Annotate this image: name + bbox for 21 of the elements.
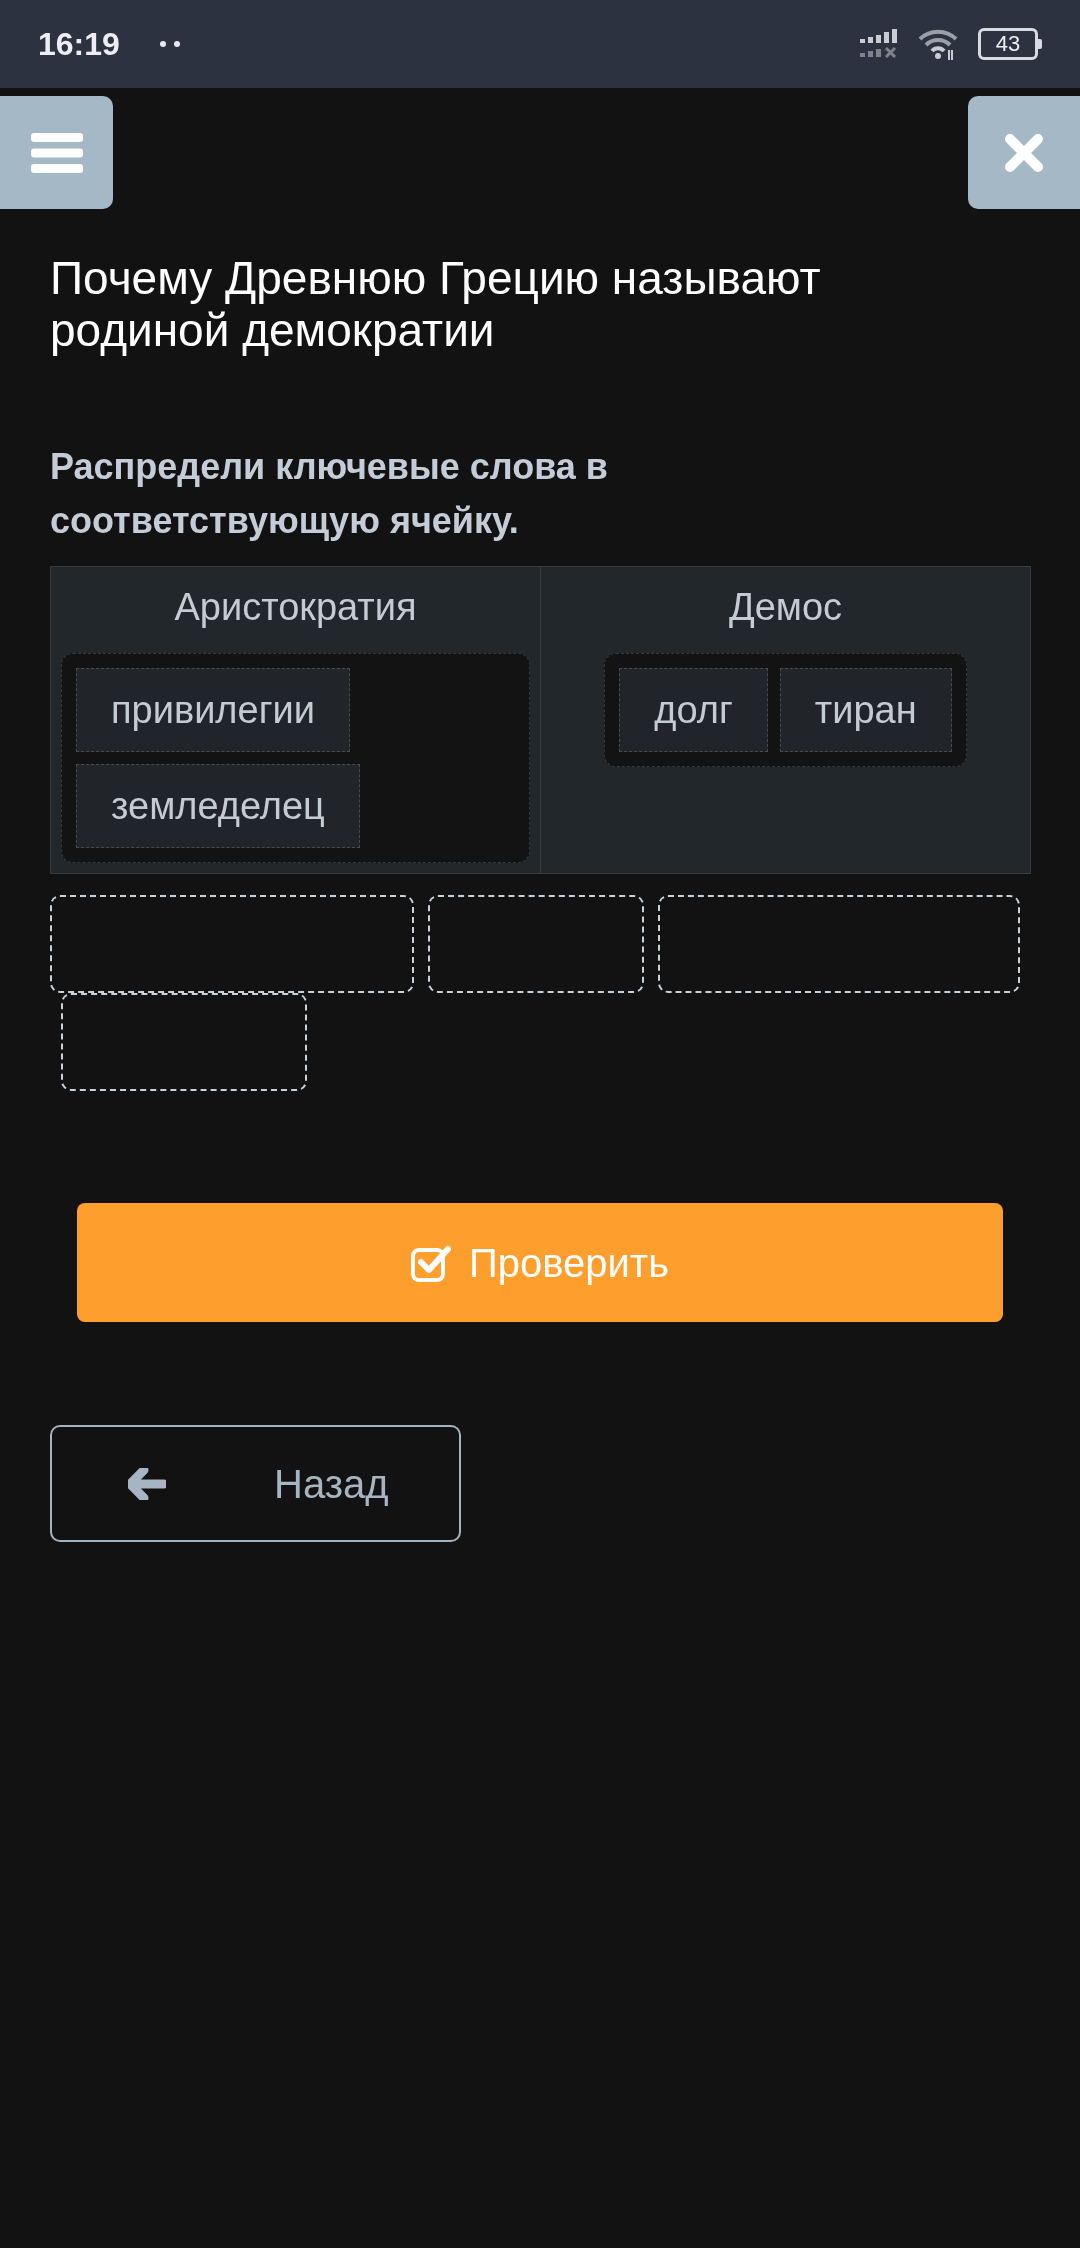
battery-indicator: 43 xyxy=(978,28,1042,60)
instruction-text: Распредели ключевые слова в соответствующую ячейку. xyxy=(50,445,609,543)
close-icon xyxy=(1004,132,1044,173)
word-chip[interactable]: тиран xyxy=(779,668,952,752)
drop-slot[interactable] xyxy=(61,993,307,1091)
drop-slot[interactable] xyxy=(658,895,1020,993)
drop-slot[interactable] xyxy=(50,895,414,993)
drop-zone[interactable]: долг тиран xyxy=(604,653,967,767)
column-header: Демос xyxy=(728,584,843,630)
status-time: 16:19 xyxy=(38,28,120,60)
word-chip[interactable]: привилегии xyxy=(76,668,350,752)
word-chip[interactable]: долг xyxy=(619,668,768,752)
drop-slot[interactable] xyxy=(428,895,644,993)
menu-icon xyxy=(30,132,83,173)
page-title: Почему Древнюю Грецию называют родиной демократии xyxy=(50,252,822,356)
column-header: Аристократия xyxy=(174,584,417,630)
arrow-left-icon xyxy=(128,1467,166,1500)
wifi-icon xyxy=(918,28,958,60)
back-button[interactable]: Назад xyxy=(50,1425,461,1542)
drop-zone[interactable]: привилегии земледелец xyxy=(61,653,530,863)
word-chip[interactable]: земледелец xyxy=(76,764,360,848)
